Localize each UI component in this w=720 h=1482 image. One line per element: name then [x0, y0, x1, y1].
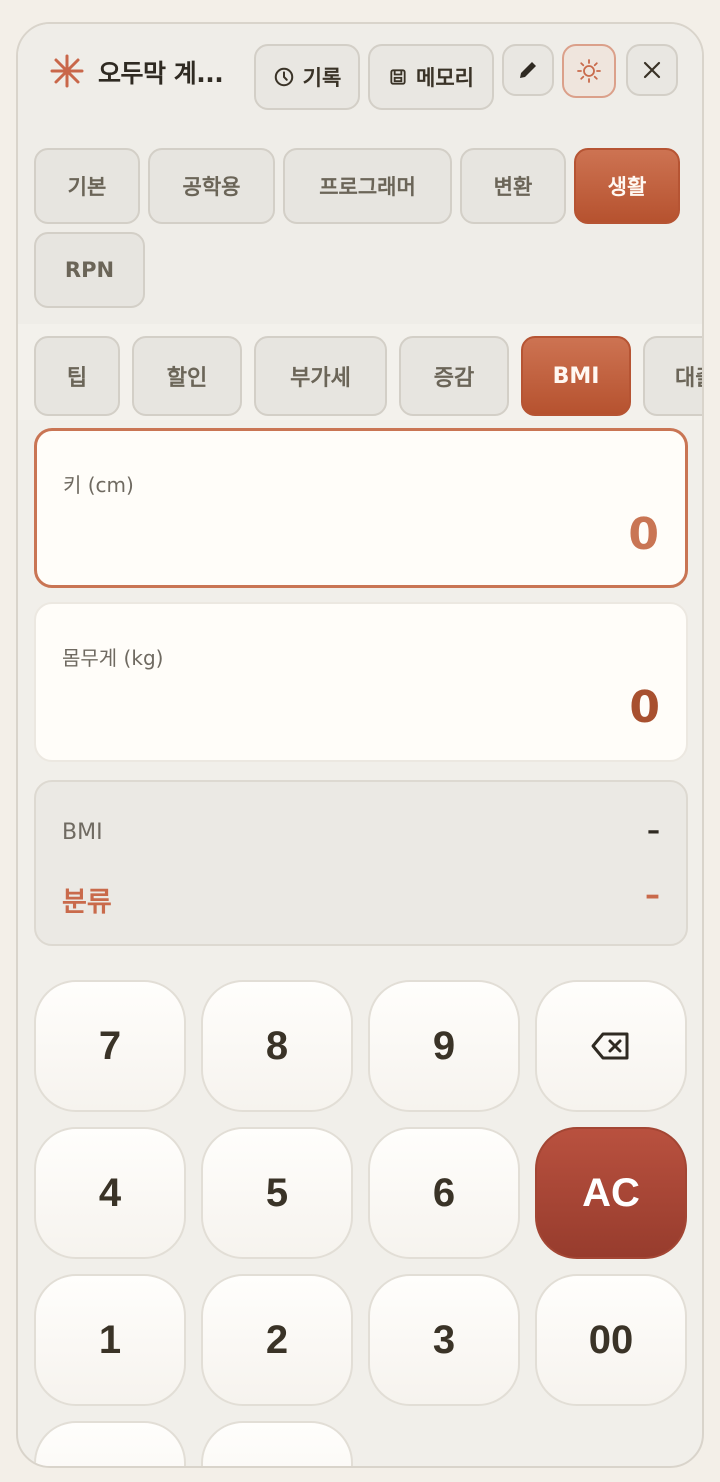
category-value: –	[645, 878, 660, 913]
header: 오두막 계... 기록 메모리 기본 공학용 프로그래머 변환 생활 RPN	[18, 24, 702, 324]
sub-tab-discount[interactable]: 할인	[132, 336, 242, 416]
key-5[interactable]: 5	[201, 1127, 353, 1259]
weight-value: 0	[629, 682, 660, 733]
sparkle-logo-icon	[50, 54, 84, 88]
sub-tab-tip[interactable]: 팁	[34, 336, 120, 416]
sun-icon	[577, 59, 601, 83]
key-4[interactable]: 4	[34, 1127, 186, 1259]
edit-button[interactable]	[502, 44, 554, 96]
app-title: 오두막 계...	[98, 59, 224, 88]
height-field[interactable]: 키 (cm) 0	[34, 428, 688, 588]
backspace-key[interactable]	[535, 980, 687, 1112]
close-icon	[643, 61, 661, 79]
mode-tab-programmer[interactable]: 프로그래머	[283, 148, 452, 224]
mode-tab-life[interactable]: 생활	[574, 148, 680, 224]
sub-tab-vat[interactable]: 부가세	[254, 336, 387, 416]
key-9[interactable]: 9	[368, 980, 520, 1112]
height-label: 키 (cm)	[63, 473, 134, 497]
all-clear-key[interactable]: AC	[535, 1127, 687, 1259]
key-6[interactable]: 6	[368, 1127, 520, 1259]
key-7[interactable]: 7	[34, 980, 186, 1112]
mode-tab-convert[interactable]: 변환	[460, 148, 566, 224]
key-0[interactable]	[34, 1421, 186, 1466]
sub-tab-change[interactable]: 증감	[399, 336, 509, 416]
weight-field[interactable]: 몸무게 (kg) 0	[34, 602, 688, 762]
mode-tab-scientific[interactable]: 공학용	[148, 148, 275, 224]
key-1[interactable]: 1	[34, 1274, 186, 1406]
bmi-result-panel: BMI – 분류 –	[34, 780, 688, 946]
category-label: 분류	[62, 887, 112, 918]
key-00[interactable]: 00	[535, 1274, 687, 1406]
height-value: 0	[628, 509, 659, 560]
sub-tab-bar: 팁 할인 부가세 증감 BMI 대출	[18, 324, 702, 420]
key-decimal[interactable]	[201, 1421, 353, 1466]
sub-tab-loan[interactable]: 대출	[643, 336, 702, 416]
history-button[interactable]: 기록	[254, 44, 360, 110]
backspace-icon	[591, 1032, 629, 1060]
close-button[interactable]	[626, 44, 678, 96]
mode-tab-basic[interactable]: 기본	[34, 148, 140, 224]
pencil-icon	[520, 62, 536, 78]
bmi-label: BMI	[62, 820, 103, 845]
calculator-window: 오두막 계... 기록 메모리 기본 공학용 프로그래머 변환 생활 RPN 팁…	[16, 22, 704, 1468]
clock-icon	[274, 67, 293, 87]
key-2[interactable]: 2	[201, 1274, 353, 1406]
bmi-value: –	[647, 816, 660, 846]
weight-label: 몸무게 (kg)	[62, 646, 164, 670]
key-8[interactable]: 8	[201, 980, 353, 1112]
memory-label: 메모리	[416, 66, 474, 90]
theme-toggle-button[interactable]	[562, 44, 616, 98]
sub-tab-bmi[interactable]: BMI	[521, 336, 631, 416]
memory-button[interactable]: 메모리	[368, 44, 494, 110]
mode-tab-rpn[interactable]: RPN	[34, 232, 145, 308]
save-disk-icon	[390, 69, 406, 85]
history-label: 기록	[302, 66, 342, 90]
key-3[interactable]: 3	[368, 1274, 520, 1406]
